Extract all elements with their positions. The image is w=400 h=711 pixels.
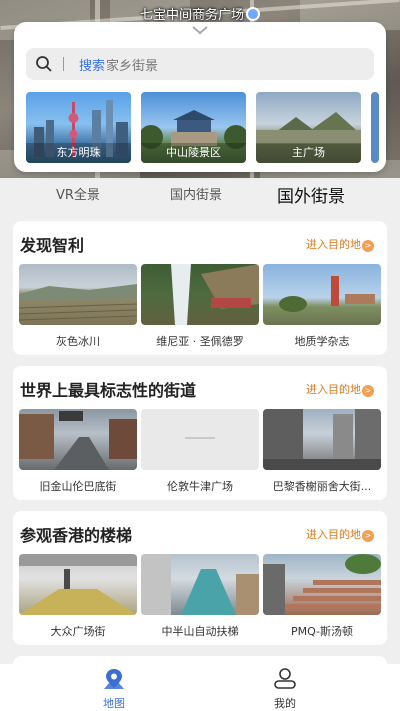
caption: 伦敦牛津广场 [167, 480, 233, 493]
search-icon [36, 56, 52, 72]
search-input[interactable]: 搜索 家乡街景 [26, 48, 374, 80]
search-keyword: 搜索 [79, 59, 106, 74]
plaza-image [19, 554, 137, 615]
caption: 中半山自动扶梯 [161, 625, 239, 638]
thumb-pmq-staunton[interactable] [263, 554, 381, 615]
search-card: 搜索 家乡街景 东方明珠 中山陵景区 主广场 [14, 22, 386, 172]
arrow-right-icon: > [362, 530, 374, 542]
escalator-image [141, 554, 259, 615]
section-title: 参观香港的楼梯 [20, 526, 133, 545]
scenic-card-oriental-pearl[interactable]: 东方明珠 [26, 92, 131, 163]
section-card-hk-stairs: 参观香港的楼梯 进入目的地 > 大众广场街 中半山自动扶梯 PMQ-斯汤顿 [13, 511, 387, 645]
tab-foreign-street[interactable]: 国外街景 [277, 182, 345, 207]
location-title: 七宝中间商务广场 [0, 4, 400, 23]
profile-icon [274, 668, 296, 689]
arrow-right-icon: > [362, 385, 374, 397]
tab-domestic-street[interactable]: 国内街景 [170, 184, 222, 203]
section-title: 发现智利 [20, 236, 85, 255]
staircase-image [263, 554, 381, 615]
nav-label: 地图 [103, 697, 125, 710]
avenue-image [263, 409, 381, 470]
street-image [19, 411, 137, 470]
enter-destination-button[interactable]: 进入目的地 > [306, 381, 374, 397]
scenic-card-more[interactable] [371, 92, 379, 163]
search-divider [63, 57, 64, 71]
chevron-down-icon[interactable] [190, 24, 210, 36]
thumb-oxford-circus[interactable] [141, 409, 259, 470]
tab-vr[interactable]: VR全景 [56, 184, 100, 203]
thumb-lombard-street[interactable] [19, 409, 137, 470]
caption: 旧金山伦巴底街 [39, 480, 117, 493]
enter-destination-button[interactable]: 进入目的地 > [306, 526, 374, 542]
section-card-chile: 发现智利 进入目的地 > 灰色冰川 维尼亚 · 圣佩德罗 地质学杂志 [13, 221, 387, 355]
section-title: 世界上最具标志性的街道 [20, 381, 197, 400]
scenic-label: 东方明珠 [26, 143, 131, 163]
geology-site-image [279, 276, 375, 312]
location-pin-icon[interactable] [246, 7, 260, 21]
arrow-right-icon: > [362, 240, 374, 252]
thumb-geology-magazine[interactable] [263, 264, 381, 325]
caption: 巴黎香榭丽舍大街... [272, 480, 372, 493]
scenic-card-main-square[interactable]: 主广场 [256, 92, 361, 163]
caption: 大众广场街 [50, 625, 106, 638]
bottom-nav: 地图 我的 [0, 664, 400, 711]
map-icon [104, 669, 124, 689]
waterfall-image [171, 264, 259, 325]
thumb-grey-glacier[interactable] [19, 264, 137, 325]
nav-label: 我的 [274, 697, 296, 710]
thumb-vina-san-pedro[interactable] [141, 264, 259, 325]
scenic-card-sun-yat-sen-mausoleum[interactable]: 中山陵景区 [141, 92, 246, 163]
section-card-iconic-streets: 世界上最具标志性的街道 进入目的地 > 旧金山伦巴底街 伦敦牛津广场 巴黎香榭丽舍… [13, 366, 387, 500]
caption: 维尼亚 · 圣佩德罗 [156, 335, 244, 348]
search-placeholder: 家乡街景 [106, 59, 159, 74]
enter-destination-button[interactable]: 进入目的地 > [306, 236, 374, 252]
scenic-label: 主广场 [256, 143, 361, 163]
category-tabs: VR全景 国内街景 国外街景 [0, 184, 400, 208]
thumb-champs-elysees[interactable] [263, 409, 381, 470]
caption: 地质学杂志 [294, 335, 350, 348]
caption: PMQ-斯汤顿 [290, 625, 354, 638]
glacier-image [19, 284, 137, 321]
scenic-label: 中山陵景区 [141, 143, 246, 163]
nav-item-profile[interactable]: 我的 [255, 668, 315, 711]
thumb-public-square-street[interactable] [19, 554, 137, 615]
nav-item-map[interactable]: 地图 [84, 668, 144, 711]
caption: 灰色冰川 [56, 335, 100, 348]
thumb-mid-levels-escalator[interactable] [141, 554, 259, 615]
